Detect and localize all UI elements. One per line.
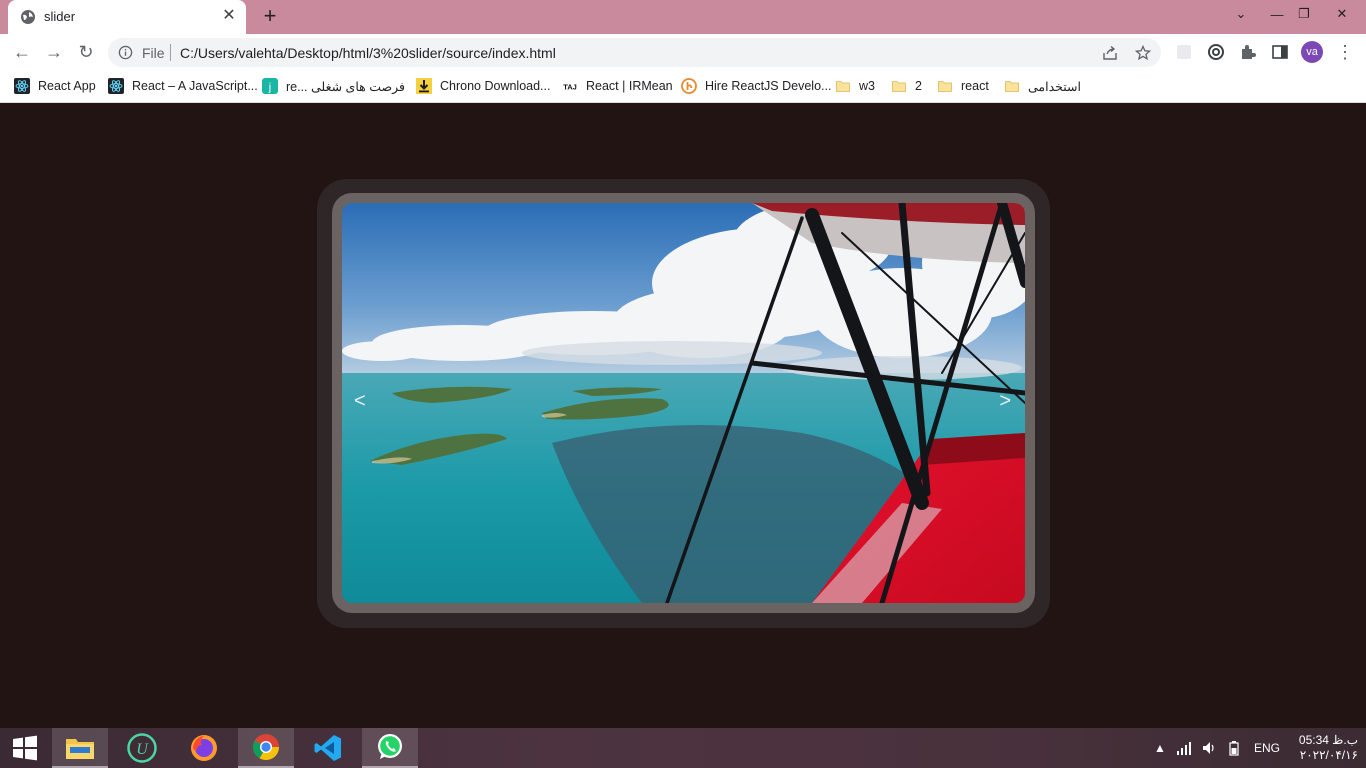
jobinja-icon: j — [262, 78, 278, 94]
folder-icon — [938, 81, 952, 92]
battery-icon[interactable] — [1226, 728, 1242, 768]
vscode-icon — [314, 735, 341, 761]
upwork-icon: U — [127, 733, 157, 763]
bookmark-item[interactable]: TAJ React | IRMean — [562, 77, 673, 95]
page-content: < > — [0, 103, 1366, 728]
bookmarks-bar: React App React – A JavaScript... j re..… — [0, 70, 1366, 103]
clock-date: ۲۰۲۲/۰۴/۱۶ — [1299, 748, 1358, 762]
forward-button[interactable]: → — [43, 41, 65, 63]
bookmark-label: استخدامی — [1028, 79, 1081, 94]
folder-icon — [1005, 81, 1019, 92]
bookmark-label: React App — [38, 79, 96, 93]
aerial-photo-image — [342, 203, 1025, 603]
share-icon[interactable] — [1102, 45, 1118, 61]
back-button[interactable]: ← — [11, 41, 33, 63]
toptal-icon — [681, 78, 697, 94]
extension-placeholder-icon[interactable] — [1175, 43, 1193, 61]
reload-button[interactable]: ↻ — [75, 41, 97, 63]
firefox-icon — [191, 735, 217, 761]
bookmark-item[interactable]: React App — [14, 77, 96, 95]
close-window-button[interactable]: ✕ — [1318, 0, 1366, 28]
address-bar[interactable]: File C:/Users/valehta/Desktop/html/3%20s… — [108, 38, 1161, 67]
show-hidden-icons[interactable]: ▲ — [1154, 728, 1166, 768]
download-icon — [416, 78, 432, 94]
start-icon — [13, 735, 37, 761]
restore-button[interactable]: ❐ — [1289, 0, 1319, 28]
bookmark-item[interactable]: Chrono Download... — [416, 77, 550, 95]
file-explorer-icon — [66, 739, 94, 759]
bookmark-label: w3 — [859, 79, 875, 93]
bookmark-folder[interactable]: w3 — [835, 77, 875, 95]
bookmark-label: React | IRMean — [586, 79, 673, 93]
whatsapp-icon — [378, 734, 402, 759]
svg-text:j: j — [268, 82, 271, 94]
bookmark-item[interactable]: j re... فرصت های شغلی — [262, 77, 405, 95]
slider-container: < > — [317, 179, 1050, 628]
chrome-icon — [252, 734, 280, 761]
minimize-button[interactable]: — — [1262, 0, 1292, 28]
address-divider — [170, 44, 171, 61]
bookmark-folder[interactable]: استخدامی — [1004, 77, 1081, 95]
bookmark-folder[interactable]: react — [937, 77, 989, 95]
close-tab-icon[interactable]: ✕ — [220, 7, 238, 25]
taskbar-chrome[interactable] — [238, 728, 294, 768]
taskbar-whatsapp[interactable] — [362, 728, 418, 768]
info-icon[interactable] — [118, 45, 133, 60]
browser-tab[interactable]: slider ✕ — [8, 0, 246, 34]
slider-next-button[interactable]: > — [999, 391, 1011, 411]
browser-toolbar: ← → ↻ File C:/Users/valehta/Desktop/html… — [0, 34, 1366, 70]
bookmark-label: Hire ReactJS Develo... — [705, 79, 832, 93]
svg-text:TAJ: TAJ — [563, 83, 577, 92]
bookmark-label: re... فرصت های شغلی — [286, 79, 405, 94]
language-indicator[interactable]: ENG — [1254, 728, 1280, 768]
taskbar-file-explorer[interactable] — [52, 728, 108, 768]
url-text[interactable]: C:/Users/valehta/Desktop/html/3%20slider… — [180, 45, 556, 61]
react-icon — [14, 78, 30, 94]
slide-image: < > — [342, 203, 1025, 603]
slider-inner-frame: < > — [332, 193, 1035, 613]
profile-avatar[interactable]: va — [1301, 41, 1323, 63]
bookmark-label: react — [961, 79, 989, 93]
taskbar-vscode[interactable] — [300, 728, 356, 768]
new-tab-button[interactable]: + — [260, 5, 280, 27]
taskbar-firefox[interactable] — [176, 728, 232, 768]
tab-title: slider — [44, 9, 76, 24]
extension-circle-icon[interactable] — [1207, 43, 1225, 61]
browser-menu-icon[interactable]: ⋮ — [1336, 41, 1354, 63]
folder-icon — [836, 81, 850, 92]
volume-icon[interactable] — [1202, 728, 1218, 768]
start-button[interactable] — [0, 728, 50, 768]
bookmark-label: React – A JavaScript... — [132, 79, 258, 93]
react-icon — [108, 78, 124, 94]
bookmark-label: 2 — [915, 79, 922, 93]
system-clock[interactable]: 05:34 ب.ظ ۲۰۲۲/۰۴/۱۶ — [1292, 733, 1358, 763]
network-icon[interactable] — [1176, 728, 1192, 768]
bookmark-star-icon[interactable] — [1135, 45, 1151, 61]
globe-icon — [21, 10, 35, 24]
slider-prev-button[interactable]: < — [354, 391, 366, 411]
browser-title-bar: slider ✕ + ⌄ — ❐ ✕ — [0, 0, 1366, 34]
bookmark-label: Chrono Download... — [440, 79, 551, 93]
clock-time: 05:34 ب.ظ — [1298, 733, 1358, 747]
bookmark-folder[interactable]: 2 — [891, 77, 922, 95]
folder-icon — [892, 81, 906, 92]
tab-search-icon[interactable]: ⌄ — [1226, 0, 1256, 28]
side-panel-icon[interactable] — [1271, 43, 1289, 61]
irmean-icon: TAJ — [563, 83, 577, 92]
svg-text:U: U — [136, 741, 149, 758]
windows-taskbar: U ▲ ENG 05:34 ب.ظ ۲۰۲۲/۰۴/۱۶ — [0, 728, 1366, 768]
extensions-puzzle-icon[interactable] — [1239, 43, 1257, 61]
url-scheme-label: File — [142, 45, 165, 61]
bookmark-item[interactable]: Hire ReactJS Develo... — [681, 77, 831, 95]
taskbar-upwork[interactable]: U — [114, 728, 170, 768]
bookmark-item[interactable]: React – A JavaScript... — [108, 77, 258, 95]
